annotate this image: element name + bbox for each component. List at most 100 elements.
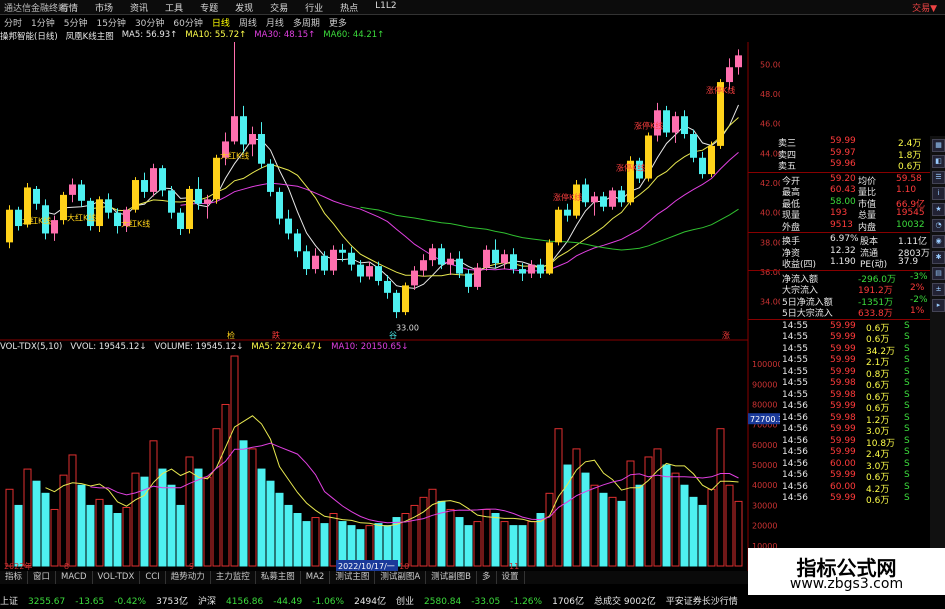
menu-item[interactable]: 资讯 — [130, 1, 148, 14]
period-tab[interactable]: 分时 — [4, 16, 22, 29]
candle-body — [591, 196, 598, 203]
candle-body — [177, 212, 184, 230]
volume-bar — [95, 498, 104, 567]
news-icon[interactable]: ▤ — [932, 267, 945, 280]
order-book-row[interactable]: 卖三 59.99 2.4万 — [748, 136, 930, 149]
calc-icon[interactable]: ± — [932, 283, 945, 296]
tick-row: 14:56 59.99 2.4万 S — [748, 447, 930, 460]
indicator-tab[interactable]: MA2 — [301, 571, 331, 584]
trade-button[interactable]: 交易▼ — [912, 1, 937, 14]
list-icon[interactable]: ☰ — [932, 171, 945, 184]
bell-icon[interactable]: ◔ — [932, 219, 945, 232]
indicator-tabs: 指标 窗口 MACD VOL-TDX CCI 趋势动力 主力监控 私募主图 MA2 测试主图 测试副… — [0, 571, 748, 584]
period-tab[interactable]: 多周期 — [293, 16, 320, 29]
volume-bar — [347, 525, 356, 567]
menu-item[interactable]: 市场 — [95, 1, 113, 14]
period-tab[interactable]: 日线 — [212, 16, 230, 29]
grid-icon[interactable]: ▦ — [932, 139, 945, 152]
indicator-tab[interactable]: VOL-TDX — [93, 571, 141, 584]
chart-icon[interactable]: ◧ — [932, 155, 945, 168]
tick-row: 14:55 59.99 0.8万 S — [748, 367, 930, 380]
candle-body — [663, 110, 670, 133]
tick-price: 59.98 — [830, 412, 856, 423]
menu-item[interactable]: 热点 — [340, 1, 358, 14]
candle-body — [132, 180, 139, 210]
menu-item[interactable]: 专题 — [200, 1, 218, 14]
price-tick-label: 50.00 — [760, 60, 780, 69]
menu-item[interactable]: 工具 — [165, 1, 183, 14]
indicator-tab[interactable]: 私募主图 — [256, 571, 301, 584]
tick-row: 14:56 59.99 0.6万 S — [748, 401, 930, 414]
candle-body — [546, 242, 553, 274]
period-tab[interactable]: 1分钟 — [31, 16, 55, 29]
order-price: 59.97 — [830, 147, 856, 158]
indicator-tab[interactable]: CCI — [140, 571, 166, 584]
tick-price: 59.99 — [830, 424, 856, 434]
user-icon[interactable]: ◉ — [932, 235, 945, 248]
stock-name[interactable]: 操邦智能(日线) — [0, 30, 58, 42]
menu-item[interactable]: 行业 — [305, 1, 323, 14]
period-tab[interactable]: 15分钟 — [96, 16, 125, 29]
tick-side: S — [904, 481, 910, 492]
indicator-tab[interactable]: 多 — [477, 571, 497, 584]
menu-item[interactable]: L1L2 — [375, 1, 396, 14]
volume-bar — [5, 488, 14, 567]
indicator-tab[interactable]: 测试主图 — [330, 571, 376, 584]
stat-value: 9513 — [830, 219, 853, 230]
indicator-tab[interactable]: 测试副图A — [375, 571, 427, 584]
tick-price: 59.99 — [830, 320, 856, 331]
order-book-row[interactable]: 卖五 59.96 0.6万 — [748, 159, 930, 172]
volume-bar — [590, 484, 599, 567]
formula-name[interactable]: 凤凰K线主图 — [66, 30, 114, 42]
indicator-tab[interactable]: 指标 — [0, 571, 29, 584]
indicator-tab[interactable]: 设置 — [497, 571, 525, 584]
indicator-tab[interactable]: 趋势动力 — [166, 571, 211, 584]
volume-bar — [464, 525, 473, 567]
date-tick-label: 11 — [509, 562, 519, 571]
tick-row: 14:56 59.99 10.8万 S — [748, 436, 930, 449]
tick-price: 60.00 — [830, 458, 856, 469]
period-tab[interactable]: 5分钟 — [64, 16, 88, 29]
tick-time: 14:55 — [782, 320, 808, 331]
menu-item[interactable]: 行情 — [60, 1, 78, 14]
candle-body — [465, 273, 472, 287]
arrow-icon[interactable]: ▸ — [932, 299, 945, 312]
ma5-value: MA5: 56.93↑ — [121, 30, 178, 40]
menu-item[interactable]: 交易 — [270, 1, 288, 14]
candle-body — [186, 188, 193, 230]
tick-time: 14:56 — [782, 470, 808, 480]
tick-time: 14:56 — [782, 447, 808, 457]
indicator-tab[interactable]: 窗口 — [28, 571, 57, 584]
index-amount: 2494亿 — [354, 597, 386, 607]
tick-price: 59.98 — [830, 378, 856, 388]
period-tab[interactable]: 30分钟 — [135, 16, 164, 29]
volume-bar — [725, 484, 734, 567]
kline-chart[interactable]: 50.0048.0046.0044.0042.0040.0038.0036.00… — [0, 42, 780, 572]
period-tab[interactable]: 60分钟 — [173, 16, 202, 29]
period-tab[interactable]: 更多 — [329, 16, 347, 29]
star-icon[interactable]: ★ — [932, 203, 945, 216]
info-icon[interactable]: i — [932, 187, 945, 200]
period-tab[interactable]: 周线 — [239, 16, 257, 29]
volume-bar — [104, 504, 113, 567]
indicator-tab[interactable]: 主力监控 — [211, 571, 256, 584]
indicator-tab[interactable]: 测试副图B — [426, 571, 477, 584]
gear-icon[interactable]: ✱ — [932, 251, 945, 264]
ma10-value: MA10: 55.72↑ — [185, 30, 247, 40]
candle-body — [609, 190, 616, 207]
fund-flow-row: 大宗流入 191.2万 2% — [748, 283, 930, 296]
quote-panel: 卖三 59.99 2.4万 卖四 59.97 1.8万 卖五 59.96 0.6万 今开 59.20… — [748, 136, 930, 596]
volume-bar — [50, 508, 59, 567]
ma30-value: MA30: 48.15↑ — [254, 30, 316, 40]
menu-item[interactable]: 发现 — [235, 1, 253, 14]
stat-row: 换手 6.97% 股本 1.11亿 — [748, 234, 930, 247]
indicator-tab[interactable]: MACD — [56, 571, 93, 584]
period-tab[interactable]: 月线 — [266, 16, 284, 29]
tick-price: 59.99 — [830, 447, 856, 457]
date-tick-label: 10 — [399, 562, 409, 571]
order-book-row[interactable]: 卖四 59.97 1.8万 — [748, 147, 930, 161]
stat-value: 1.10 — [896, 185, 917, 195]
candle-body — [474, 267, 481, 287]
index-name: 沪深 — [198, 597, 217, 607]
order-volume: 0.6万 — [898, 162, 922, 172]
